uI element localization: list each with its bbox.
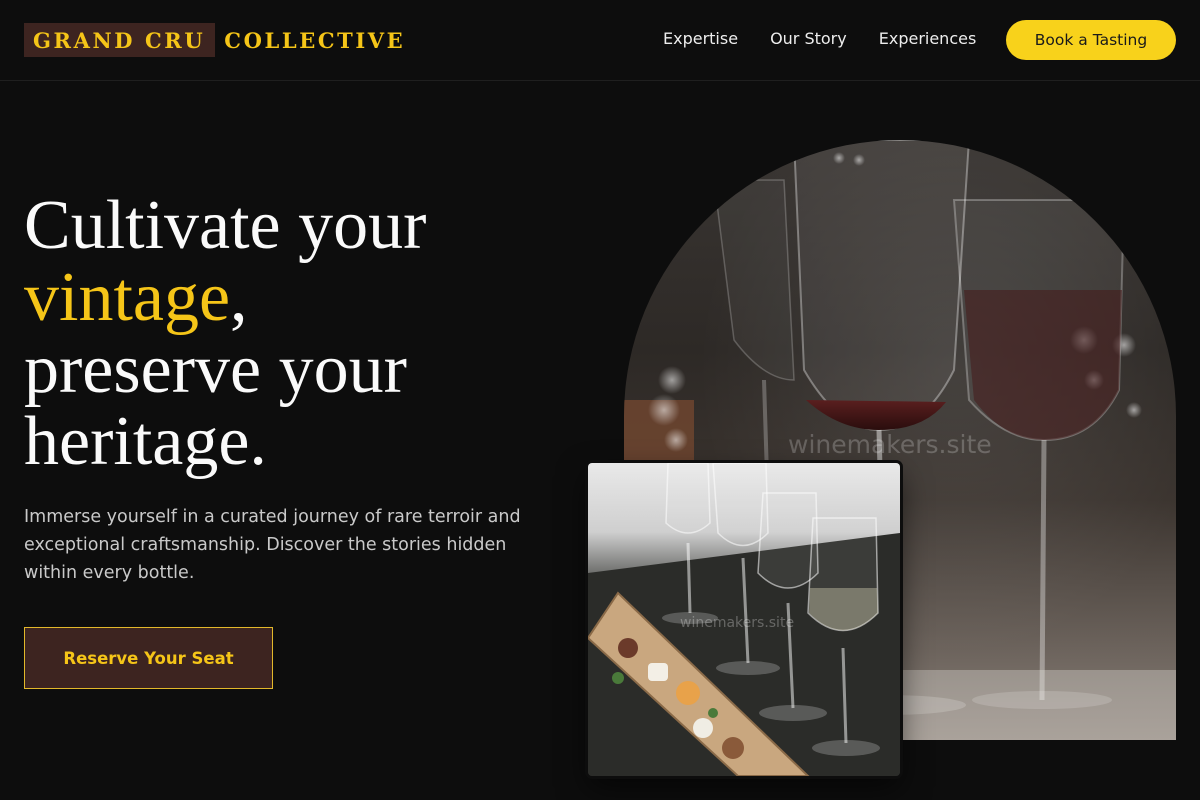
- hero-subtext: Immerse yourself in a curated journey of…: [24, 507, 521, 583]
- tasting-board-image: winemakers.site: [588, 463, 900, 776]
- nav-link-experiences[interactable]: Experiences: [879, 29, 977, 49]
- reserve-seat-button[interactable]: Reserve Your Seat: [24, 627, 273, 689]
- site-header: GRAND CRU COLLECTIVE Expertise Our Story…: [0, 0, 1200, 81]
- headline-line-1: Cultivate your: [24, 187, 427, 264]
- headline-line-3: preserve your: [24, 331, 407, 408]
- image-watermark: winemakers.site: [788, 430, 992, 459]
- logo-highlight: GRAND CRU: [24, 23, 216, 57]
- headline-line-4: heritage.: [24, 403, 267, 480]
- hero-headline: Cultivate your vintage, preserve your he…: [24, 190, 584, 478]
- brand-logo[interactable]: GRAND CRU COLLECTIVE: [24, 23, 405, 57]
- headline-accent-word: vintage: [24, 259, 231, 336]
- main-nav: Expertise Our Story Experiences: [663, 29, 976, 49]
- nav-link-our-story[interactable]: Our Story: [770, 29, 847, 49]
- headline-comma: ,: [230, 259, 248, 336]
- book-tasting-button[interactable]: Book a Tasting: [1006, 20, 1176, 60]
- logo-text: COLLECTIVE: [224, 27, 406, 53]
- inset-watermark: winemakers.site: [680, 615, 795, 631]
- nav-link-expertise[interactable]: Expertise: [663, 29, 738, 49]
